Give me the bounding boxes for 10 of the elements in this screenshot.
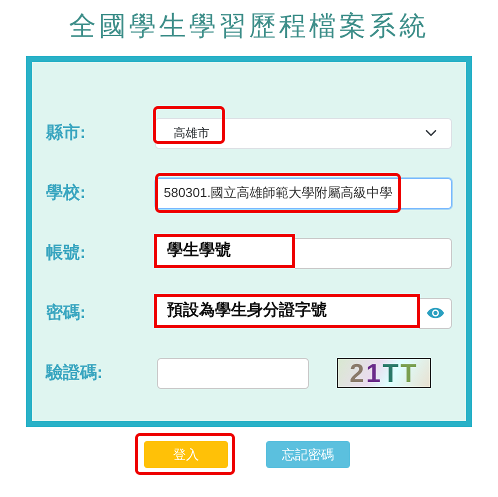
page-title: 全國學生學習歷程檔案系統 — [68, 10, 430, 43]
county-select[interactable]: 高雄市 — [154, 118, 452, 148]
field-label: 縣市: — [46, 122, 87, 144]
field-label: 學校: — [46, 182, 87, 204]
captcha-image: 21TT — [337, 358, 431, 388]
annotation-note: 學生學號 — [154, 234, 295, 268]
field-label: 驗證碼: — [46, 362, 104, 384]
annotation-note: 預設為學生身分證字號 — [154, 294, 420, 328]
field-label: 密碼: — [46, 302, 87, 324]
field-label: 帳號: — [46, 242, 87, 264]
